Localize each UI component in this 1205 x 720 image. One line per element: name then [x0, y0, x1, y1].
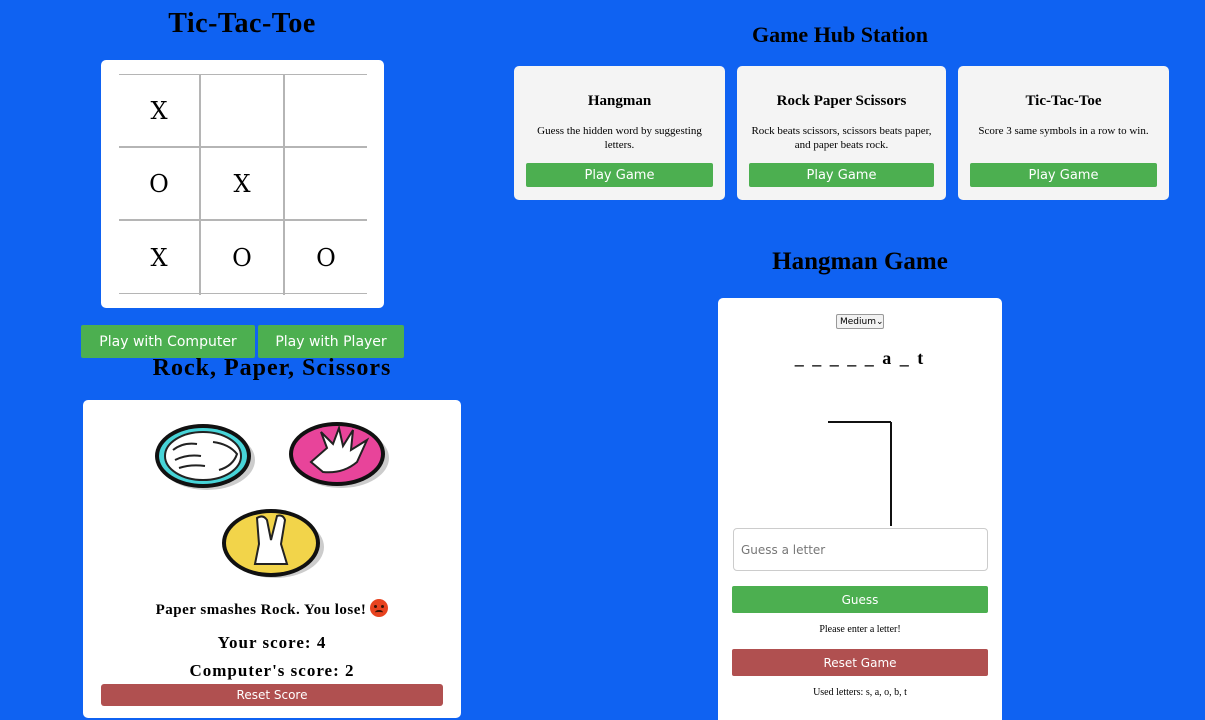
ttt-cell-1[interactable] — [201, 75, 285, 148]
hub-card-desc: Rock beats scissors, scissors beats pape… — [751, 125, 932, 151]
hub-card-tictactoe: Tic-Tac-Toe Score 3 same symbols in a ro… — [958, 66, 1169, 200]
computer-score: Computer's score: 2 — [189, 661, 355, 680]
difficulty-value: Medium — [840, 316, 876, 327]
paper-hand-icon[interactable] — [287, 418, 391, 490]
angry-face-icon — [370, 599, 389, 617]
rps-card: Paper smashes Rock. You lose! Your score… — [83, 400, 461, 718]
chevron-down-icon: ⌄ — [876, 316, 884, 327]
play-with-computer-button[interactable]: Play with Computer — [81, 325, 255, 358]
ttt-cell-3[interactable]: O — [119, 148, 201, 221]
hangman-card: Medium ⌄ _ _ _ _ _ a _ t Guess Please en… — [718, 298, 1002, 720]
ttt-cell-6[interactable]: X — [119, 221, 201, 295]
play-rps-button[interactable]: Play Game — [749, 163, 934, 187]
hangman-message: Please enter a letter! — [819, 624, 901, 635]
ttt-cell-4[interactable]: X — [201, 148, 285, 221]
guess-button[interactable]: Guess — [732, 586, 988, 613]
reset-score-button[interactable]: Reset Score — [101, 684, 443, 706]
ttt-cell-2[interactable] — [285, 75, 367, 148]
hangman-title: Hangman Game — [772, 248, 948, 275]
hub-card-rps: Rock Paper Scissors Rock beats scissors,… — [737, 66, 946, 200]
hub-card-title: Rock Paper Scissors — [776, 93, 907, 109]
rps-result-message: Paper smashes Rock. You lose! — [155, 602, 367, 618]
ttt-cell-7[interactable]: O — [201, 221, 285, 295]
tictactoe-title: Tic-Tac-Toe — [168, 8, 316, 39]
reset-game-button[interactable]: Reset Game — [732, 649, 988, 676]
tictactoe-board: X O X X O O — [119, 74, 367, 295]
hub-card-hangman: Hangman Guess the hidden word by suggest… — [514, 66, 725, 200]
hub-card-title: Hangman — [587, 93, 652, 109]
guess-letter-input[interactable] — [733, 528, 988, 571]
hub-title: Game Hub Station — [751, 22, 929, 47]
tictactoe-card: X O X X O O — [101, 60, 384, 308]
play-tictactoe-button[interactable]: Play Game — [970, 163, 1157, 187]
ttt-cell-8[interactable]: O — [285, 221, 367, 295]
difficulty-select[interactable]: Medium ⌄ — [836, 314, 884, 329]
hangman-word: _ _ _ _ _ a _ t — [794, 348, 926, 368]
your-score: Your score: 4 — [217, 633, 327, 652]
scissors-hand-icon[interactable] — [219, 506, 325, 580]
rps-title: Rock, Paper, Scissors — [152, 355, 392, 381]
rps-result-text: Paper smashes Rock. You lose! — [83, 599, 461, 619]
hub-card-title: Tic-Tac-Toe — [1025, 93, 1102, 109]
hub-card-desc: Score 3 same symbols in a row to win. — [978, 125, 1149, 137]
used-letters: Used letters: s, a, o, b, t — [813, 687, 907, 698]
play-with-player-button[interactable]: Play with Player — [258, 325, 404, 358]
rock-hand-icon[interactable] — [153, 420, 257, 492]
ttt-cell-5[interactable] — [285, 148, 367, 221]
gallows-icon — [828, 421, 892, 526]
hub-card-desc: Guess the hidden word by suggesting lett… — [537, 125, 702, 151]
play-hangman-button[interactable]: Play Game — [526, 163, 713, 187]
ttt-cell-0[interactable]: X — [119, 75, 201, 148]
